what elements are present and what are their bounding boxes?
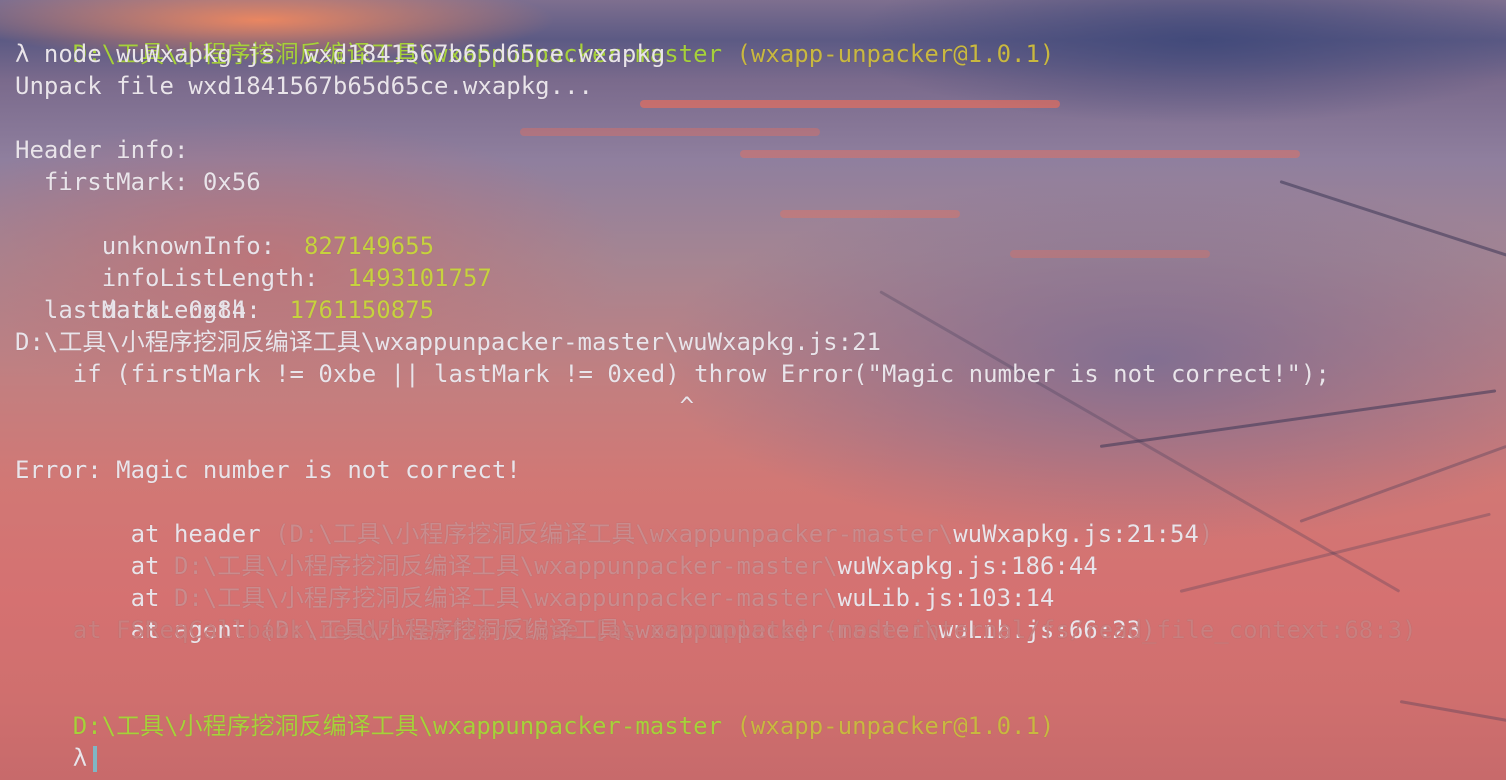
data-length-field: dataLength: 1761150875 (15, 262, 434, 324)
data-length-value: 1761150875 (289, 296, 435, 324)
first-mark-field: firstMark: 0x56 (15, 168, 261, 196)
stack-frame-close: ) (1198, 520, 1214, 548)
error-source-line: if (firstMark != 0xbe || lastMark != 0xe… (15, 360, 1330, 388)
stack-frame: at header (D:\工具\小程序挖洞反编译工具\wxappunpacke… (15, 486, 1214, 548)
error-message: Error: Magic number is not correct! (15, 456, 521, 484)
stack-frame: at D:\工具\小程序挖洞反编译工具\wxappunpacker-master… (15, 518, 1098, 580)
unpack-message: Unpack file wxd1841567b65d65ce.wxapkg... (15, 72, 593, 100)
terminal-output[interactable]: D:\工具\小程序挖洞反编译工具\wxappunpacker-master (w… (0, 0, 1506, 780)
last-mark-field: lastMark: 0x84 (15, 296, 247, 324)
input-line[interactable]: λ (15, 710, 98, 772)
prompt-package: (wxapp-unpacker@1.0.1) (722, 40, 1055, 68)
stack-frame: at agent (D:\工具\小程序挖洞反编译工具\wxappunpacker… (15, 582, 1156, 644)
stack-frame: at D:\工具\小程序挖洞反编译工具\wxappunpacker-master… (15, 550, 1055, 612)
info-list-length-field: infoListLength: 1493101757 (15, 230, 492, 292)
prompt-line: D:\工具\小程序挖洞反编译工具\wxappunpacker-master (w… (15, 678, 1055, 740)
prompt-line: D:\工具\小程序挖洞反编译工具\wxappunpacker-master (w… (15, 6, 1055, 68)
prompt-path: D:\工具\小程序挖洞反编译工具\wxappunpacker-master (72, 712, 723, 740)
text-cursor (93, 746, 98, 772)
error-caret: ^ (15, 392, 695, 420)
unknown-info-field: unknownInfo: 827149655 (15, 198, 434, 260)
stack-frame-internal: at FSReqCallback.readFileAfterClose [as … (15, 616, 1417, 644)
command-line: λ node wuWxapkg.js wxd1841567b65d65ce.wx… (15, 40, 666, 68)
prompt-package: (wxapp-unpacker@1.0.1) (722, 712, 1055, 740)
error-location: D:\工具\小程序挖洞反编译工具\wxappunpacker-master\wu… (15, 328, 881, 356)
header-info-title: Header info: (15, 136, 189, 164)
lambda-prompt-icon: λ (72, 744, 88, 772)
